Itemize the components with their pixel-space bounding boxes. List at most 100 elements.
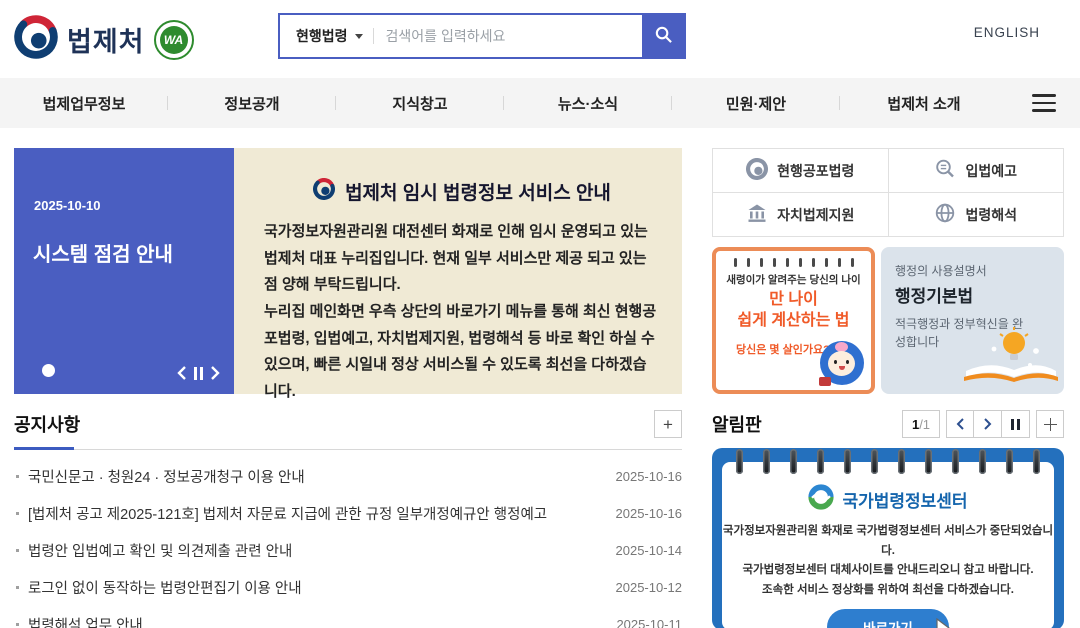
notice-panel-body: 국가정보자원관리원 대전센터 화재로 인해 임시 운영되고 있는 법제처 대표 … bbox=[264, 219, 660, 406]
search-category-label: 현행법령 bbox=[296, 26, 348, 46]
banner-age-subtitle: 새령이가 알려주는 당신의 나이 bbox=[716, 272, 871, 287]
quick-link-label: 현행공포법령 bbox=[777, 161, 854, 181]
main-content: 2025-10-10 시스템 점검 안내 bbox=[0, 148, 1080, 628]
page-total: /1 bbox=[919, 417, 930, 432]
notice-date: 2025-10-11 bbox=[616, 617, 682, 628]
nav-item-about[interactable]: 법제처 소개 bbox=[840, 78, 1008, 128]
board-next-button[interactable] bbox=[974, 410, 1002, 438]
board-section-header: 알림판 1/1 bbox=[712, 410, 1064, 438]
page-current: 1 bbox=[912, 417, 919, 432]
notice-date: 2025-10-16 bbox=[616, 506, 683, 521]
board-nav-buttons bbox=[946, 410, 1030, 438]
carousel-controls bbox=[177, 366, 220, 380]
gov-taegeuk-icon bbox=[313, 178, 335, 205]
board-pagination: 1/1 bbox=[902, 410, 940, 438]
board-more-button[interactable] bbox=[1036, 410, 1064, 438]
nav-item-info-disclosure[interactable]: 정보공개 bbox=[168, 78, 336, 128]
quick-link-current-laws[interactable]: 현행공포법령 bbox=[713, 149, 888, 192]
globe-icon bbox=[934, 202, 956, 227]
notebook-spiral-icon bbox=[716, 258, 871, 267]
notice-title: 법령안 입법예고 확인 및 의견제출 관련 안내 bbox=[28, 540, 602, 561]
institution-icon bbox=[746, 202, 768, 227]
law-info-center-notice-card[interactable]: 국가법령정보센터 국가정보자원관리원 화재로 국가법령정보센터 서비스가 중단되… bbox=[712, 448, 1064, 628]
site-logo[interactable]: 법제처 WA bbox=[14, 15, 194, 64]
notices-section-title: 공지사항 bbox=[14, 411, 80, 437]
notice-title: 로그인 없이 동작하는 법령안편집기 이용 안내 bbox=[28, 577, 602, 598]
law-info-swirl-icon bbox=[808, 484, 834, 515]
notebook-paper: 국가법령정보센터 국가정보자원관리원 화재로 국가법령정보센터 서비스가 중단되… bbox=[722, 462, 1054, 628]
notice-date: 2025-10-12 bbox=[616, 580, 683, 595]
quick-link-label: 입법예고 bbox=[965, 161, 1017, 181]
temporary-service-notice-panel: 법제처 임시 법령정보 서비스 안내 국가정보자원관리원 대전센터 화재로 인해… bbox=[234, 148, 682, 394]
section-rule bbox=[14, 447, 682, 450]
go-button-label: 바로가기 bbox=[863, 621, 913, 628]
quick-link-law-interpretation[interactable]: 법령해석 bbox=[889, 193, 1064, 236]
notices-more-button[interactable]: + bbox=[654, 410, 682, 438]
banner-age-title: 만 나이 쉽게 계산하는 법 bbox=[716, 290, 871, 332]
bullet-icon bbox=[16, 475, 19, 478]
hero-slide-title: 시스템 점검 안내 bbox=[33, 238, 173, 267]
banner-law-subtitle: 행정의 사용설명서 bbox=[895, 262, 1050, 279]
board-pause-button[interactable] bbox=[1002, 410, 1030, 438]
quick-link-local-legislation[interactable]: 자치법제지원 bbox=[713, 193, 888, 236]
notice-paragraph: 누리집 메인화면 우측 상단의 바로가기 메뉴를 통해 최신 현행공포법령, 입… bbox=[264, 299, 660, 406]
list-item[interactable]: 국민신문고 · 청원24 · 정보공개청구 이용 안내 2025-10-16 bbox=[14, 458, 682, 495]
english-link[interactable]: ENGLISH bbox=[974, 25, 1040, 40]
carousel-prev-icon[interactable] bbox=[177, 366, 187, 380]
list-item[interactable]: 로그인 없이 동작하는 법령안편집기 이용 안내 2025-10-12 bbox=[14, 569, 682, 606]
cursor-arrow-icon bbox=[935, 618, 957, 628]
caret-down-icon bbox=[355, 34, 363, 39]
nav-item-knowledge[interactable]: 지식창고 bbox=[336, 78, 504, 128]
nav-item-legislation-info[interactable]: 법제업무정보 bbox=[0, 78, 168, 128]
basic-administration-law-banner[interactable]: 행정의 사용설명서 행정기본법 적극행정과 정부혁신을 완성합니다 bbox=[881, 247, 1064, 394]
right-column: 현행공포법령 입법예고 bbox=[712, 148, 1064, 628]
nav-item-news[interactable]: 뉴스·소식 bbox=[504, 78, 672, 128]
notice-title: 국민신문고 · 청원24 · 정보공개청구 이용 안내 bbox=[28, 466, 602, 487]
go-shortcut-button[interactable]: 바로가기 bbox=[827, 609, 949, 628]
age-calculator-banner[interactable]: 새령이가 알려주는 당신의 나이 만 나이 쉽게 계산하는 법 당신은 몇 살인… bbox=[712, 247, 875, 394]
search-bar: 현행법령 bbox=[278, 13, 686, 59]
nav-list: 법제업무정보 정보공개 지식창고 뉴스·소식 민원·제안 법제처 소개 bbox=[0, 78, 1008, 128]
board-prev-button[interactable] bbox=[946, 410, 974, 438]
search-input[interactable] bbox=[374, 15, 642, 57]
list-item[interactable]: 법령안 입법예고 확인 및 의견제출 관련 안내 2025-10-14 bbox=[14, 532, 682, 569]
pause-icon bbox=[1011, 419, 1020, 430]
hero-slide-date: 2025-10-10 bbox=[34, 198, 101, 213]
notice-date: 2025-10-14 bbox=[616, 543, 683, 558]
notice-panel-header: 법제처 임시 법령정보 서비스 안내 bbox=[264, 178, 660, 205]
lightbulb-book-illustration bbox=[954, 327, 1058, 390]
search-category-dropdown[interactable]: 현행법령 bbox=[280, 15, 373, 57]
magnifier-doc-icon bbox=[934, 158, 956, 183]
quick-link-label: 자치법제지원 bbox=[777, 205, 854, 225]
gov-swirl-icon bbox=[746, 158, 768, 183]
nav-item-civil-service[interactable]: 민원·제안 bbox=[672, 78, 840, 128]
list-item[interactable]: 법령해석 업무 안내 2025-10-11 bbox=[14, 606, 682, 628]
carousel-indicator-dot[interactable] bbox=[42, 364, 55, 377]
banner-row: 새령이가 알려주는 당신의 나이 만 나이 쉽게 계산하는 법 당신은 몇 살인… bbox=[712, 247, 1064, 394]
quick-link-legislation-notice[interactable]: 입법예고 bbox=[889, 149, 1064, 192]
bullet-icon bbox=[16, 586, 19, 589]
notice-paragraph: 국가정보자원관리원 대전센터 화재로 인해 임시 운영되고 있는 법제처 대표 … bbox=[264, 219, 660, 299]
plus-icon bbox=[1044, 418, 1057, 431]
wa-certification-badge: WA bbox=[154, 20, 194, 60]
gov-taegeuk-icon bbox=[14, 15, 58, 64]
global-nav: 법제업무정보 정보공개 지식창고 뉴스·소식 민원·제안 법제처 소개 bbox=[0, 78, 1080, 128]
carousel-pause-icon[interactable] bbox=[194, 367, 203, 380]
hamburger-menu-icon[interactable] bbox=[1008, 78, 1080, 128]
hero-slide[interactable]: 2025-10-10 시스템 점검 안내 bbox=[14, 148, 234, 394]
board-section-title: 알림판 bbox=[712, 411, 762, 437]
search-button[interactable] bbox=[642, 15, 684, 57]
bullet-icon bbox=[16, 512, 19, 515]
carousel-next-icon[interactable] bbox=[210, 366, 220, 380]
list-item[interactable]: [법제처 공고 제2025-121호] 법제처 자문료 지급에 관한 규정 일부… bbox=[14, 495, 682, 532]
law-info-center-title: 국가법령정보센터 bbox=[842, 487, 967, 512]
header: 법제처 WA 현행법령 ENGLISH bbox=[0, 0, 1080, 78]
banner-law-title: 행정기본법 bbox=[895, 282, 1050, 307]
bullet-icon bbox=[16, 623, 19, 626]
mascot-character bbox=[818, 339, 866, 387]
left-column: 2025-10-10 시스템 점검 안내 bbox=[14, 148, 682, 628]
notice-title: [법제처 공고 제2025-121호] 법제처 자문료 지급에 관한 규정 일부… bbox=[28, 503, 602, 524]
quick-links-grid: 현행공포법령 입법예고 bbox=[712, 148, 1064, 237]
card-message: 국가정보자원관리원 화재로 국가법령정보센터 서비스가 중단되었습니다. 국가법… bbox=[722, 522, 1054, 600]
board-controls: 1/1 bbox=[902, 410, 1064, 438]
